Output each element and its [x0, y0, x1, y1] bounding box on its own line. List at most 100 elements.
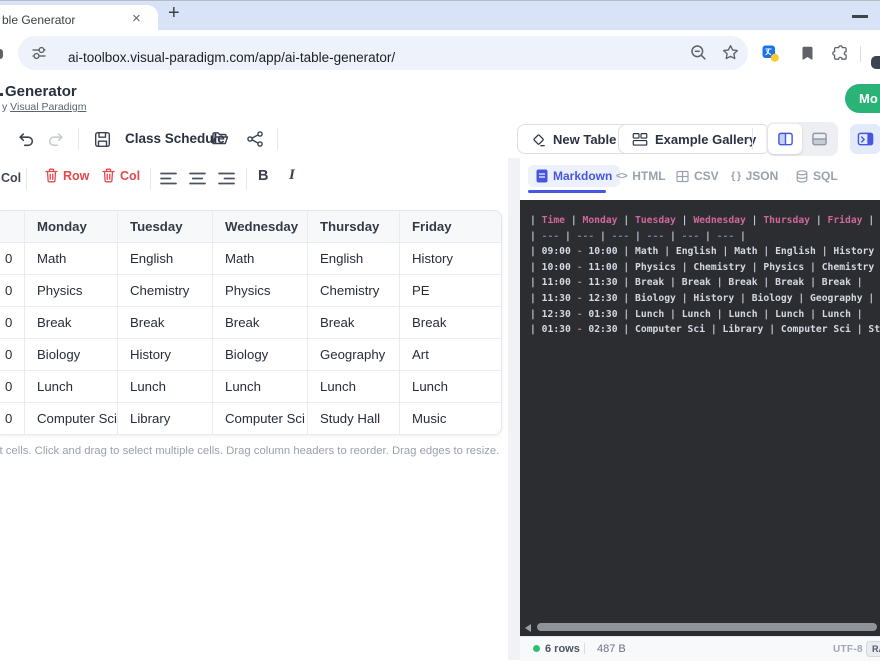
align-right-button[interactable]: [218, 171, 235, 186]
scroll-left-arrow[interactable]: [525, 624, 531, 632]
code-content[interactable]: | Time | Monday | Tuesday | Wednesday | …: [530, 213, 880, 338]
share-button[interactable]: [241, 125, 269, 153]
horizontal-scrollbar-thumb[interactable]: [537, 623, 877, 631]
italic-button[interactable]: I: [289, 167, 295, 184]
bookmark-star-icon[interactable]: [722, 44, 739, 61]
table-cell[interactable]: English: [118, 243, 213, 275]
table-cell[interactable]: Chemistry: [308, 275, 400, 307]
toggle-right-panel-button[interactable]: [850, 124, 880, 154]
tab-json[interactable]: { } JSON: [731, 169, 778, 183]
time-cell-fragment[interactable]: 0: [0, 339, 25, 371]
table-cell[interactable]: Lunch: [213, 371, 308, 403]
split-vertical-button[interactable]: [768, 124, 802, 154]
time-cell-fragment[interactable]: 0: [0, 403, 25, 435]
table-cell[interactable]: Study Hall: [308, 403, 400, 435]
status-dot: [533, 645, 540, 652]
align-left-button[interactable]: [160, 171, 177, 186]
code-line: | 11:00 - 11:30 | Break | Break | Break …: [530, 275, 880, 291]
example-gallery-button[interactable]: Example Gallery: [618, 124, 770, 154]
table-cell[interactable]: Lunch: [118, 371, 213, 403]
site-header: Generator y Visual Paradigm Mo: [0, 76, 880, 121]
reload-icon-fragment[interactable]: [0, 49, 3, 59]
export-tab-bar: Markdown <> HTML CSV { } JSON SQL: [520, 158, 880, 201]
profile-avatar-fragment[interactable]: [871, 56, 880, 69]
table-cell[interactable]: Geography: [308, 339, 400, 371]
table-cell[interactable]: Break: [118, 307, 213, 339]
column-header[interactable]: Friday: [400, 210, 502, 243]
table-cell[interactable]: PE: [400, 275, 502, 307]
add-col-button-fragment[interactable]: Col: [1, 171, 21, 185]
url-text[interactable]: ai-toolbox.visual-paradigm.com/app/ai-ta…: [68, 50, 395, 65]
eraser-icon: [531, 132, 546, 147]
table-cell[interactable]: English: [308, 243, 400, 275]
tab-csv[interactable]: CSV: [676, 169, 719, 183]
redo-button[interactable]: [42, 125, 70, 153]
table-cell[interactable]: Break: [25, 307, 118, 339]
table-cell[interactable]: Break: [213, 307, 308, 339]
table-cell[interactable]: Biology: [25, 339, 118, 371]
delete-col-button[interactable]: Col: [102, 168, 140, 183]
table-cell[interactable]: Computer Sci: [213, 403, 308, 435]
time-cell-fragment[interactable]: 0: [0, 371, 25, 403]
row-count: 6 rows: [545, 643, 580, 655]
table-cell[interactable]: Physics: [213, 275, 308, 307]
table-cell[interactable]: Lunch: [25, 371, 118, 403]
code-line: | 01:30 - 02:30 | Computer Sci | Library…: [530, 322, 880, 338]
bold-button[interactable]: B: [258, 168, 268, 184]
table-cell[interactable]: History: [118, 339, 213, 371]
table-cell[interactable]: Library: [118, 403, 213, 435]
window-minimize-button[interactable]: [852, 15, 868, 18]
new-table-button[interactable]: New Table: [517, 124, 630, 154]
column-header[interactable]: Thursday: [308, 210, 400, 243]
table-cell[interactable]: History: [400, 243, 502, 275]
undo-button[interactable]: [12, 125, 40, 153]
column-header[interactable]: Wednesday: [213, 210, 308, 243]
tab-markdown[interactable]: Markdown: [528, 165, 620, 187]
table-cell[interactable]: Physics: [25, 275, 118, 307]
panel-right-icon: [856, 131, 875, 148]
visual-paradigm-link[interactable]: Visual Paradigm: [10, 101, 86, 113]
new-tab-button[interactable]: +: [168, 2, 180, 25]
browser-tab[interactable]: ble Generator ×: [0, 5, 158, 31]
table-cell[interactable]: Break: [400, 307, 502, 339]
table-cell[interactable]: Lunch: [308, 371, 400, 403]
address-bar[interactable]: ai-toolbox.visual-paradigm.com/app/ai-ta…: [18, 36, 748, 70]
open-file-button[interactable]: [206, 125, 234, 153]
translate-icon[interactable]: [762, 45, 779, 62]
save-button[interactable]: [88, 125, 116, 153]
split-horizontal-icon: [810, 131, 829, 148]
table-cell[interactable]: Break: [308, 307, 400, 339]
table-cell[interactable]: Math: [25, 243, 118, 275]
align-center-button[interactable]: [189, 171, 206, 186]
table-cell[interactable]: Chemistry: [118, 275, 213, 307]
label-icon[interactable]: [800, 46, 815, 61]
time-column-header-fragment[interactable]: [0, 210, 25, 243]
time-cell-fragment[interactable]: 0: [0, 307, 25, 339]
table-cell[interactable]: Music: [400, 403, 502, 435]
tab-html[interactable]: <> HTML: [616, 169, 666, 183]
column-header[interactable]: Tuesday: [118, 210, 213, 243]
table-cell[interactable]: Biology: [213, 339, 308, 371]
table-editor-panel: MondayTuesdayWednesdayThursdayFriday 0Ma…: [0, 200, 508, 660]
table-cell[interactable]: Lunch: [400, 371, 502, 403]
more-button[interactable]: Mo: [845, 84, 880, 113]
tab-close-icon[interactable]: ×: [132, 10, 141, 27]
split-horizontal-button[interactable]: [802, 124, 836, 154]
zoom-out-icon[interactable]: [690, 44, 707, 61]
raw-badge[interactable]: RAW: [866, 641, 880, 657]
table-cell[interactable]: Math: [213, 243, 308, 275]
delete-row-button[interactable]: Row: [45, 168, 89, 183]
page-title: Generator: [5, 83, 77, 100]
browser-tab-strip: ble Generator × +: [0, 0, 880, 31]
site-info-icon[interactable]: [31, 45, 47, 61]
table-cell[interactable]: Art: [400, 339, 502, 371]
time-cell-fragment[interactable]: 0: [0, 243, 25, 275]
table-cell[interactable]: Computer Sci: [25, 403, 118, 435]
time-cell-fragment[interactable]: 0: [0, 275, 25, 307]
table-row: 0PhysicsChemistryPhysicsChemistryPE: [0, 275, 502, 307]
tab-sql[interactable]: SQL: [796, 169, 838, 183]
toolbar-divider: [150, 168, 151, 190]
extensions-icon[interactable]: [832, 45, 849, 62]
column-header[interactable]: Monday: [25, 210, 118, 243]
panel-resize-gutter[interactable]: [508, 158, 520, 660]
